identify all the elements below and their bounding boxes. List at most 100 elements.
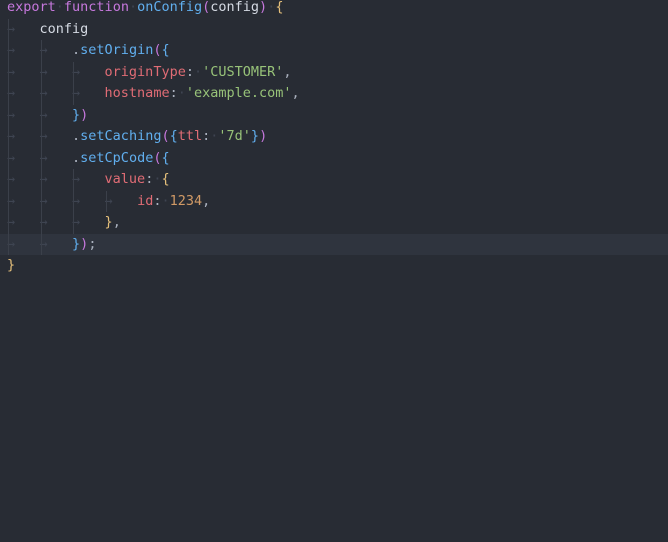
code-line-content: → → .setCpCode({ [7,148,170,170]
whitespace-marker: → [39,235,73,252]
function-name-token: setCpCode [80,149,154,166]
whitespace-marker: · [177,85,186,101]
whitespace-marker: → [39,85,73,101]
punctuation-token: , [202,192,211,209]
code-line[interactable]: → → → → id:·1234, [0,191,668,213]
code-line[interactable]: → → → }, [0,212,668,234]
whitespace-marker: → [7,128,40,144]
code-line[interactable]: → → → originType:·'CUSTOMER', [0,62,668,84]
function-name-token: onConfig [137,0,203,15]
punctuation-token: ; [88,235,97,252]
whitespace-marker: → [72,192,105,209]
code-line[interactable]: } [0,255,668,277]
number-token: 1234 [169,192,203,209]
indent-guide [73,169,75,234]
whitespace-marker: → [72,171,105,187]
code-line-content: } [7,255,15,277]
bracket-token: ( [161,128,170,144]
code-line-content: → → → → id:·1234, [7,191,210,213]
whitespace-marker: → [7,85,40,101]
code-editor[interactable]: export·function·onConfig(config)·{→ conf… [0,0,668,542]
property-token: id [137,192,154,209]
code-line-content: → config [7,19,88,41]
bracket-token: ) [80,106,89,123]
identifier-token: config [210,0,260,15]
punctuation-token: : [169,85,178,101]
code-line[interactable]: → → → hostname:·'example.com', [0,83,668,105]
code-line-content: export·function·onConfig(config)·{ [7,0,283,19]
whitespace-marker: → [7,106,40,123]
indent-guide [105,190,107,212]
punctuation-token: , [283,63,292,80]
function-name-token: setOrigin [80,42,154,58]
function-name-token: setCaching [80,128,162,144]
whitespace-marker: → [39,192,73,209]
string-token: 'CUSTOMER' [202,63,284,80]
bracket-token: } [7,257,16,273]
keyword-token: export [7,0,56,15]
code-line[interactable]: → → → value:·{ [0,169,668,191]
whitespace-marker: → [7,42,40,58]
code-line-content: → → → }, [7,212,121,234]
whitespace-marker: · [193,63,203,80]
string-token: '7d' [218,128,251,144]
property-token: originType [104,63,186,80]
code-line-content: → → }) [7,105,88,127]
identifier-token: config [39,20,89,37]
punctuation-token: : [185,63,194,80]
bracket-token: { [161,149,170,166]
property-token: value [104,171,146,187]
whitespace-marker: → [72,214,105,230]
bracket-token: ) [259,0,268,15]
code-line[interactable]: → config [0,19,668,41]
punctuation-token: , [291,85,300,101]
whitespace-marker: · [55,0,64,15]
whitespace-marker: → [7,192,40,209]
code-line[interactable]: → → }) [0,105,668,127]
bracket-token: { [161,171,170,187]
bracket-token: } [104,214,113,230]
whitespace-marker: → [7,63,40,80]
code-line-content: → → → value:·{ [7,169,170,191]
code-line[interactable]: → → .setOrigin({ [0,40,668,62]
code-line[interactable]: → → .setCpCode({ [0,148,668,170]
code-line-content: → → → hostname:·'example.com', [7,83,300,105]
bracket-token: } [72,235,81,252]
punctuation-token: . [72,128,81,144]
whitespace-marker: → [7,235,40,252]
property-token: ttl [177,128,203,144]
code-line-content: → → }); [7,234,96,256]
bracket-token: } [72,106,81,123]
whitespace-marker: → [39,63,73,80]
code-line-content: → → → originType:·'CUSTOMER', [7,62,292,84]
indent-guide [73,61,75,105]
bracket-token: { [275,0,284,15]
whitespace-marker: → [72,85,105,101]
string-token: 'example.com' [185,85,292,101]
punctuation-token: , [112,214,121,230]
code-line[interactable]: → → .setCaching({ttl:·'7d'}) [0,126,668,148]
code-line-content: → → .setCaching({ttl:·'7d'}) [7,126,267,148]
whitespace-marker: → [39,171,73,187]
bracket-token: { [161,42,170,58]
bracket-token: ) [259,128,268,144]
whitespace-marker: → [7,20,40,37]
whitespace-marker: → [39,128,73,144]
bracket-token: { [169,128,178,144]
property-token: hostname [104,85,170,101]
punctuation-token: . [72,149,81,166]
indent-guide [8,18,9,255]
keyword-token: function [63,0,129,15]
whitespace-marker: → [7,171,40,187]
indent-guide [40,40,42,255]
whitespace-marker: → [72,63,105,80]
code-line-current[interactable]: → → }); [0,233,668,256]
whitespace-marker: → [104,192,138,209]
bracket-token: } [250,128,260,144]
whitespace-marker: → [7,149,40,166]
code-line[interactable]: export·function·onConfig(config)·{ [0,0,668,19]
whitespace-marker: → [39,214,73,230]
code-line-content: → → .setOrigin({ [7,40,170,62]
whitespace-marker: → [39,106,73,123]
whitespace-marker: → [39,42,73,58]
